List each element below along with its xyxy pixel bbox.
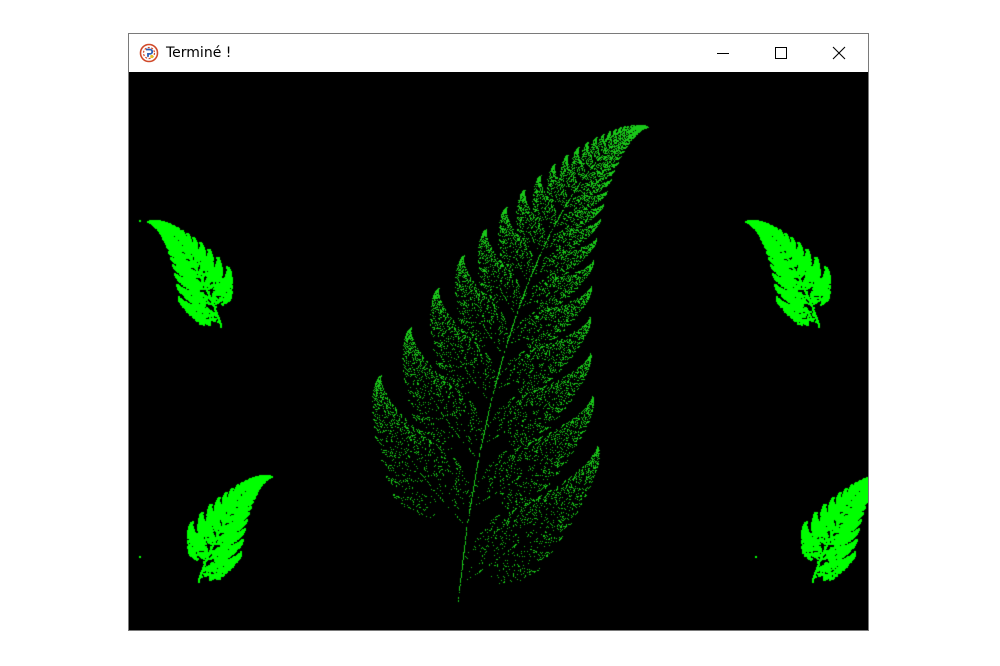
turtle-canvas — [129, 72, 868, 630]
title-bar[interactable]: Terminé ! — [129, 34, 868, 72]
minimize-button[interactable] — [694, 34, 752, 72]
fern-drawing — [129, 72, 868, 630]
maximize-icon — [775, 47, 787, 59]
window-title: Terminé ! — [166, 45, 232, 61]
app-window: Terminé ! — [128, 33, 869, 631]
window-controls — [694, 34, 868, 72]
close-icon — [832, 46, 846, 60]
minimize-icon — [717, 53, 729, 54]
python-turtle-icon — [139, 43, 159, 63]
close-button[interactable] — [810, 34, 868, 72]
maximize-button[interactable] — [752, 34, 810, 72]
